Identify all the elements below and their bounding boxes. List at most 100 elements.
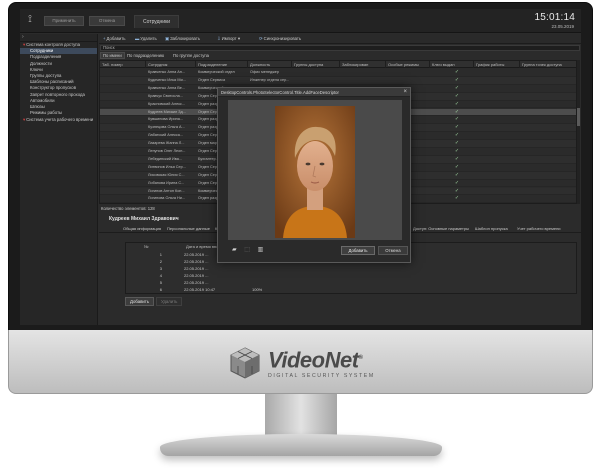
check-icon: ✓ (454, 140, 460, 147)
table-row[interactable]: Кудиченко Илья Ми... Отдел Сервиса Инженер… (100, 76, 576, 85)
filter-tabs: По имени По подразделению По группе дост… (99, 52, 581, 59)
column-header[interactable]: Особые режимы (386, 61, 430, 68)
table-cell: Кравчук Святосла... (148, 93, 183, 98)
dialog-add-button[interactable]: Добавить (341, 246, 375, 255)
dialog-cancel-button[interactable]: Отмена (378, 246, 408, 255)
table-header: Таб. номер Сотрудник Подразделение Должност… (100, 61, 576, 68)
cancel-button[interactable]: Отмена (89, 16, 125, 26)
block-button[interactable]: ▣Заблокировать (165, 36, 200, 42)
brand-registered-mark: ® (358, 354, 363, 361)
list-item[interactable]: 6 22.05.2019 10:47 100% (126, 286, 578, 293)
column-header[interactable]: Группа точек доступа (520, 61, 576, 68)
list-item[interactable]: 5 22.05.2019 ... (126, 279, 578, 286)
tab-employees[interactable]: Сотрудники (134, 15, 180, 28)
tab-general-info[interactable]: Общая информация (121, 225, 163, 233)
search-input[interactable]: Поиск (100, 45, 580, 51)
table-cell: Красновский Алекс... (148, 101, 185, 106)
tab-pass-template[interactable]: Шаблон пропуска (473, 225, 510, 233)
list-cell: 4 (159, 273, 162, 278)
table-cell: Инженер отдела сер... (250, 77, 290, 82)
column-header[interactable]: Группы доступа (292, 61, 340, 68)
table-cell: Лабатский Алекса... (148, 133, 184, 138)
column-header[interactable]: Таб. номер (100, 61, 146, 68)
table-cell: Кравченко Анна Ан... (148, 70, 186, 74)
sidebar-item-label: Шаблоны расписаний (30, 79, 74, 85)
cube-logo-icon (230, 347, 260, 379)
monitor-neck (265, 394, 337, 438)
scrollbar-thumb[interactable] (577, 108, 580, 126)
column-header[interactable]: Должность (248, 61, 292, 68)
import-button[interactable]: ⇩Импорт ▾ (217, 36, 240, 42)
check-icon: ✓ (454, 116, 460, 123)
trash-icon: ▬ (135, 36, 140, 41)
check-icon: ✓ (454, 69, 460, 75)
list-cell: 2 (159, 259, 162, 264)
toolbar: +Добавить ▬Удалить ▣Заблокировать ⇩Импор… (99, 34, 581, 44)
list-item[interactable]: 4 22.05.2019 ... (126, 272, 578, 279)
image-icon[interactable]: ▥ (258, 247, 264, 253)
add-button[interactable]: +Добавить (103, 36, 126, 42)
crop-icon[interactable]: ⬚ (244, 247, 250, 253)
sidebar-item-label: Группы доступа (30, 72, 62, 78)
list-cell: 22.05.2019 ... (184, 252, 209, 257)
photo-selector-dialog: DesktopControls.PhotoSelectorControl.Tit… (217, 87, 411, 263)
list-cell: 22.05.2019 10:47 (184, 287, 216, 292)
table-cell: Кувшинова Ирина... (148, 117, 183, 122)
check-icon: ✓ (454, 132, 460, 139)
brand-tagline: DIGITAL SECURITY SYSTEM (268, 373, 375, 380)
list-cell: 3 (159, 266, 162, 271)
tab-by-name[interactable]: По имени (100, 52, 125, 59)
column-header[interactable]: Подразделение (196, 61, 248, 68)
column-header[interactable]: Ключ выдан (430, 61, 474, 68)
check-icon: ✓ (454, 108, 460, 115)
sidebar-item-label: Конструктор пропусков (30, 85, 76, 91)
sidebar-item-label: Система контроля доступа (26, 42, 80, 47)
sidebar-item[interactable]: ▾Система учета рабочего времени (20, 117, 97, 123)
sidebar-item-label: Автомобили (30, 97, 55, 103)
table-row[interactable]: Кравченко Анна Ан... Коммерческий отдел Оф… (100, 69, 576, 77)
sync-icon: ⟳ (259, 36, 263, 41)
column-header[interactable]: График работы (474, 61, 520, 68)
sidebar-item-label: Режимы работы (30, 110, 63, 116)
camera-icon[interactable]: ▰ (232, 247, 237, 253)
table-cell: Логинов Антон Кон... (148, 188, 185, 193)
table-scrollbar[interactable] (577, 60, 580, 204)
table-cell: Кравченко Анна Ве... (148, 85, 186, 90)
check-icon: ✓ (454, 171, 460, 178)
check-icon: ✓ (451, 203, 463, 204)
photo-canvas[interactable] (228, 100, 402, 240)
delete-descriptor-button[interactable]: Удалить (156, 297, 183, 306)
sidebar-item-label: Ключи (30, 66, 43, 72)
tab-access-params[interactable]: Доступ: Основные параметры (411, 225, 471, 233)
delete-button[interactable]: ▬Удалить (135, 36, 157, 42)
check-icon: ✓ (454, 100, 460, 107)
sidebar-collapse[interactable]: › (20, 34, 97, 42)
sidebar-item-label: Сотрудники (30, 48, 54, 54)
close-icon[interactable]: × (403, 88, 407, 97)
tab-by-access-group[interactable]: По группе доступа (171, 52, 211, 59)
list-cell: 22.05.2019 ... (184, 266, 209, 271)
tab-time-tracking[interactable]: Учет рабочего времени (515, 225, 563, 233)
table-cell: Отдел Сервиса (198, 77, 226, 82)
brand-logo: VideoNet® DIGITAL SECURITY SYSTEM (228, 343, 388, 383)
sidebar-item[interactable]: Режимы работы (20, 110, 97, 116)
items-count: Количество элементов: 128 (101, 206, 155, 211)
sidebar-item-label: Система учета рабочего времени (26, 117, 94, 123)
add-descriptor-button[interactable]: Добавить (125, 297, 154, 306)
chevron-down-icon: ▾ (23, 117, 26, 123)
column-header[interactable]: Сотрудник (146, 61, 196, 68)
sync-button[interactable]: ⟳Синхронизировать (259, 36, 301, 42)
list-item[interactable]: 3 22.05.2019 ... (126, 265, 578, 272)
list-cell: 5 (159, 280, 162, 285)
apply-button[interactable]: Применить (44, 16, 84, 26)
tab-by-department[interactable]: По подразделению (125, 52, 166, 59)
sidebar: › ▾Система контроля доступа Сотрудники Под… (20, 34, 98, 325)
brand-name: VideoNet (268, 347, 359, 373)
table-cell: Лобанова Ирина С... (148, 180, 185, 185)
sidebar-item-label: Шлюзы (30, 103, 45, 109)
list-cell: 22.05.2019 ... (184, 280, 209, 285)
title-bar: ⟟ Применить Отмена Сотрудники 15:01:14 2… (20, 9, 581, 33)
tab-personal-data[interactable]: Персональные данные (165, 225, 212, 233)
table-cell: Лисовская Юлия С... (148, 172, 185, 177)
column-header[interactable]: Заблокирован (340, 61, 386, 68)
